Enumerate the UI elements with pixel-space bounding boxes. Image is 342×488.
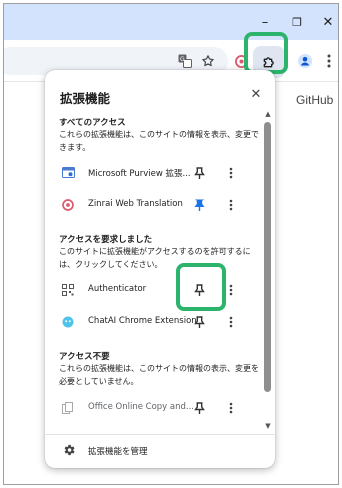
- popup-close-button[interactable]: ✕: [247, 85, 265, 103]
- section-title-requested-access: アクセスを要求しました: [59, 235, 153, 245]
- pin-filled-icon: [194, 199, 204, 211]
- pin-button[interactable]: [190, 196, 208, 214]
- manage-extensions-button[interactable]: 拡張機能を管理: [45, 437, 275, 465]
- office-copy-icon: [61, 401, 75, 415]
- minimize-button[interactable]: –: [254, 12, 276, 32]
- chrome-menu-button[interactable]: [320, 52, 338, 70]
- bookmark-star-button[interactable]: [199, 52, 217, 70]
- popup-title: 拡張機能: [60, 91, 111, 106]
- more-options-button[interactable]: [224, 164, 238, 182]
- section-desc-no-access: これらの拡張機能は、このサイトの情報の表示、変更を必要としていません。: [59, 364, 259, 386]
- extension-name: Microsoft Purview 拡張...: [88, 169, 191, 179]
- close-window-button[interactable]: ✕: [317, 12, 338, 32]
- close-icon: ✕: [322, 14, 334, 30]
- extensions-popup: 拡張機能 ✕ すべてのアクセス これらの拡張機能は、このサイトの情報を表示、変更…: [45, 70, 275, 468]
- extension-name: Zinrai Web Translation: [88, 199, 183, 209]
- more-options-button[interactable]: [224, 281, 238, 299]
- extension-row-office-online[interactable]: Office Online Copy and...: [45, 394, 267, 422]
- kebab-menu-icon: [229, 316, 233, 328]
- more-options-button[interactable]: [224, 196, 238, 214]
- section-desc-full-access: これらの拡張機能は、このサイトの情報を表示、変更できます。: [59, 130, 259, 152]
- extensions-button-highlight: [244, 32, 288, 74]
- kebab-menu-icon: [327, 54, 331, 68]
- kebab-menu-icon: [229, 284, 233, 296]
- pin-button-highlight: [176, 263, 226, 311]
- qr-code-icon: [61, 283, 75, 297]
- manage-extensions-label: 拡張機能を管理: [88, 447, 148, 457]
- extension-name: ChatAI Chrome Extension: [88, 316, 197, 326]
- divider: [45, 434, 275, 435]
- restore-button[interactable]: ❐: [286, 12, 308, 32]
- kebab-menu-icon: [229, 167, 233, 179]
- star-icon: [202, 55, 214, 67]
- section-desc-requested-access: このサイトに拡張機能がアクセスするのを許可するには、クリックしてください。: [59, 247, 251, 269]
- github-link[interactable]: GitHub: [296, 93, 333, 107]
- section-title-no-access: アクセス不要: [59, 352, 110, 362]
- pin-button[interactable]: [190, 313, 208, 331]
- extension-name: Authenticator: [88, 284, 147, 294]
- more-options-button[interactable]: [224, 399, 238, 417]
- profile-button[interactable]: [296, 52, 314, 70]
- minimize-icon: –: [261, 14, 269, 30]
- profile-icon: [298, 54, 312, 68]
- extension-name: Office Online Copy and...: [88, 402, 194, 412]
- chatai-icon: [61, 315, 75, 329]
- pin-outline-icon: [193, 401, 205, 414]
- scroll-down-arrow[interactable]: ▼: [263, 422, 273, 430]
- extension-row-microsoft-purview[interactable]: Microsoft Purview 拡張...: [45, 159, 267, 187]
- extension-row-authenticator[interactable]: Authenticator: [45, 276, 267, 304]
- section-title-full-access: すべてのアクセス: [59, 118, 126, 128]
- restore-icon: ❐: [292, 15, 302, 29]
- kebab-menu-icon: [229, 199, 233, 211]
- close-icon: ✕: [250, 86, 262, 102]
- extension-row-zinrai[interactable]: Zinrai Web Translation: [45, 191, 267, 219]
- extension-row-chatai[interactable]: ChatAI Chrome Extension: [45, 308, 267, 336]
- scrollbar-thumb[interactable]: [264, 122, 271, 392]
- translate-button[interactable]: G: [176, 52, 194, 70]
- zinrai-icon: [61, 198, 75, 212]
- translate-icon: G: [178, 54, 192, 68]
- pin-outline-icon: [193, 166, 205, 179]
- svg-text:G: G: [180, 56, 185, 63]
- microsoft-purview-icon: [61, 166, 75, 180]
- kebab-menu-icon: [229, 402, 233, 414]
- pin-outline-icon: [193, 315, 205, 328]
- more-options-button[interactable]: [224, 313, 238, 331]
- title-bar: – ❐ ✕: [4, 4, 338, 40]
- gear-icon: [64, 444, 75, 456]
- pin-button[interactable]: [190, 164, 208, 182]
- pin-button[interactable]: [190, 399, 208, 417]
- scroll-up-arrow[interactable]: ▲: [263, 110, 273, 118]
